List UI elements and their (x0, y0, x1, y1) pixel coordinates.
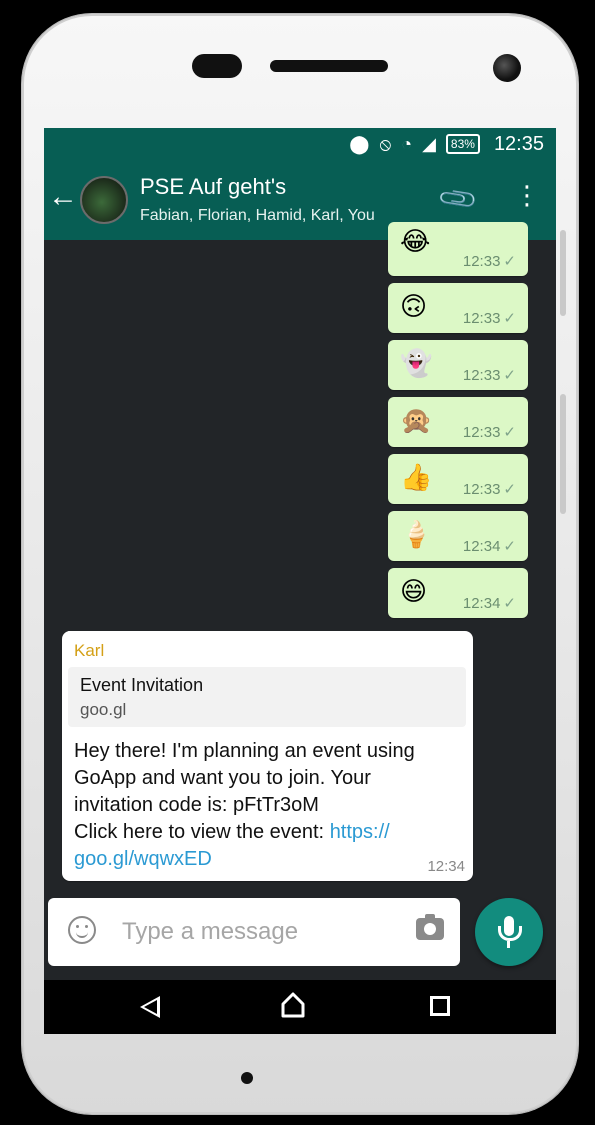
link-preview-card[interactable]: Event Invitation goo.gl (68, 667, 466, 727)
message-line: invitation code is: pFtTr3oM (74, 794, 319, 816)
sent-check-icon: ✓ (503, 310, 516, 327)
message-line: Click here to view the event: https:// (74, 819, 469, 846)
group-avatar[interactable] (80, 176, 128, 224)
message-time: 12:33 (462, 481, 501, 498)
status-bar: ⬤ ⦸ ◔ ◢ 83% 12:35 (44, 128, 556, 160)
message-meta: 12:33 ✓ (463, 423, 516, 441)
system-nav-bar (44, 980, 556, 1034)
microphone-button[interactable] (475, 898, 543, 966)
wifi-icon: ◔ (401, 133, 413, 154)
chat-participants[interactable]: Fabian, Florian, Hamid, Karl, You (140, 207, 375, 225)
event-link-end[interactable]: goo.gl/wqwxED (74, 848, 212, 870)
microphone-icon-foot (507, 941, 510, 948)
message-time: 12:33 (462, 424, 501, 441)
outgoing-message[interactable]: 👻 12:33 ✓ (388, 340, 528, 390)
location-pin-icon: ⬤ (349, 133, 370, 154)
event-link-start[interactable]: https:// (330, 821, 390, 843)
screen: ⬤ ⦸ ◔ ◢ 83% 12:35 ← PSE Auf geht's Fabia… (44, 128, 556, 1034)
message-time: 12:34 (462, 538, 501, 555)
nav-back-icon[interactable] (140, 996, 160, 1018)
message-line: GoApp and want you to join. Your (74, 767, 371, 789)
signal-icon: ◢ (422, 133, 436, 154)
outgoing-message[interactable]: 👍 12:33 ✓ (388, 454, 528, 504)
message-emoji: 🍦 (400, 519, 433, 549)
sent-check-icon: ✓ (503, 253, 516, 270)
nav-recents-icon[interactable] (430, 996, 450, 1016)
link-preview-title: Event Invitation (80, 675, 204, 695)
message-emoji: 👍 (400, 462, 433, 492)
message-meta: 12:33 ✓ (463, 366, 516, 384)
outgoing-message[interactable]: 🙃 12:33 ✓ (388, 283, 528, 333)
message-meta: 12:33 ✓ (463, 252, 516, 270)
sent-check-icon: ✓ (503, 367, 516, 384)
sent-check-icon: ✓ (503, 538, 516, 555)
message-meta: 12:34 ✓ (463, 594, 516, 612)
chat-title[interactable]: PSE Auf geht's (140, 174, 286, 200)
message-time: 12:33 (462, 253, 501, 270)
camera-icon[interactable] (416, 914, 444, 940)
emoji-icon[interactable] (68, 916, 96, 944)
message-meta: 12:33 ✓ (463, 480, 516, 498)
message-time: 12:33 (462, 367, 501, 384)
outgoing-message[interactable]: 🙊 12:33 ✓ (388, 397, 528, 447)
do-not-disturb-icon: ⦸ (379, 133, 392, 154)
sent-check-icon: ✓ (503, 424, 516, 441)
message-meta: 12:34 ✓ (463, 537, 516, 555)
nav-home-icon[interactable] (281, 992, 305, 1018)
outgoing-message[interactable]: 😄 12:34 ✓ (388, 568, 528, 618)
message-emoji: 😂 (400, 226, 431, 256)
message-time: 12:34 (462, 595, 501, 612)
microphone-hole (241, 1072, 253, 1084)
outgoing-message[interactable]: 🍦 12:34 ✓ (388, 511, 528, 561)
front-sensor (192, 54, 242, 78)
message-emoji: 👻 (400, 348, 433, 378)
message-text: Hey there! I'm planning an event using G… (74, 738, 469, 873)
message-meta: 12:33 ✓ (463, 309, 516, 327)
message-line-text: Click here to view the event: (74, 821, 330, 843)
outgoing-message[interactable]: 😂 12:33 ✓ (388, 222, 528, 276)
status-time: 12:35 (493, 132, 544, 155)
microphone-icon-stand (498, 926, 522, 941)
message-time: 12:33 (462, 310, 501, 327)
battery-indicator: 83% (445, 134, 480, 154)
message-line: goo.gl/wqwxED (74, 846, 469, 873)
incoming-message[interactable]: Karl Event Invitation goo.gl Hey there! … (62, 631, 473, 881)
message-line: Hey there! I'm planning an event using (74, 740, 415, 762)
sent-check-icon: ✓ (503, 481, 516, 498)
power-button (560, 394, 566, 514)
front-camera (493, 54, 521, 82)
message-emoji: 🙊 (400, 405, 433, 435)
message-composer[interactable]: Type a message (48, 898, 460, 966)
message-emoji: 😄 (400, 576, 428, 606)
link-preview-domain: goo.gl (80, 700, 127, 719)
back-arrow-icon[interactable]: ← (48, 182, 78, 212)
message-time: 12:34 (427, 858, 465, 875)
earpiece-speaker (270, 60, 388, 72)
volume-button (560, 230, 566, 316)
message-emoji: 🙃 (400, 291, 428, 321)
message-input-placeholder[interactable]: Type a message (122, 918, 298, 946)
attach-paperclip-icon[interactable]: 📎 (436, 177, 481, 222)
sent-check-icon: ✓ (503, 595, 516, 612)
sender-name: Karl (74, 641, 105, 660)
overflow-menu-icon[interactable]: ⋮ (514, 182, 540, 208)
